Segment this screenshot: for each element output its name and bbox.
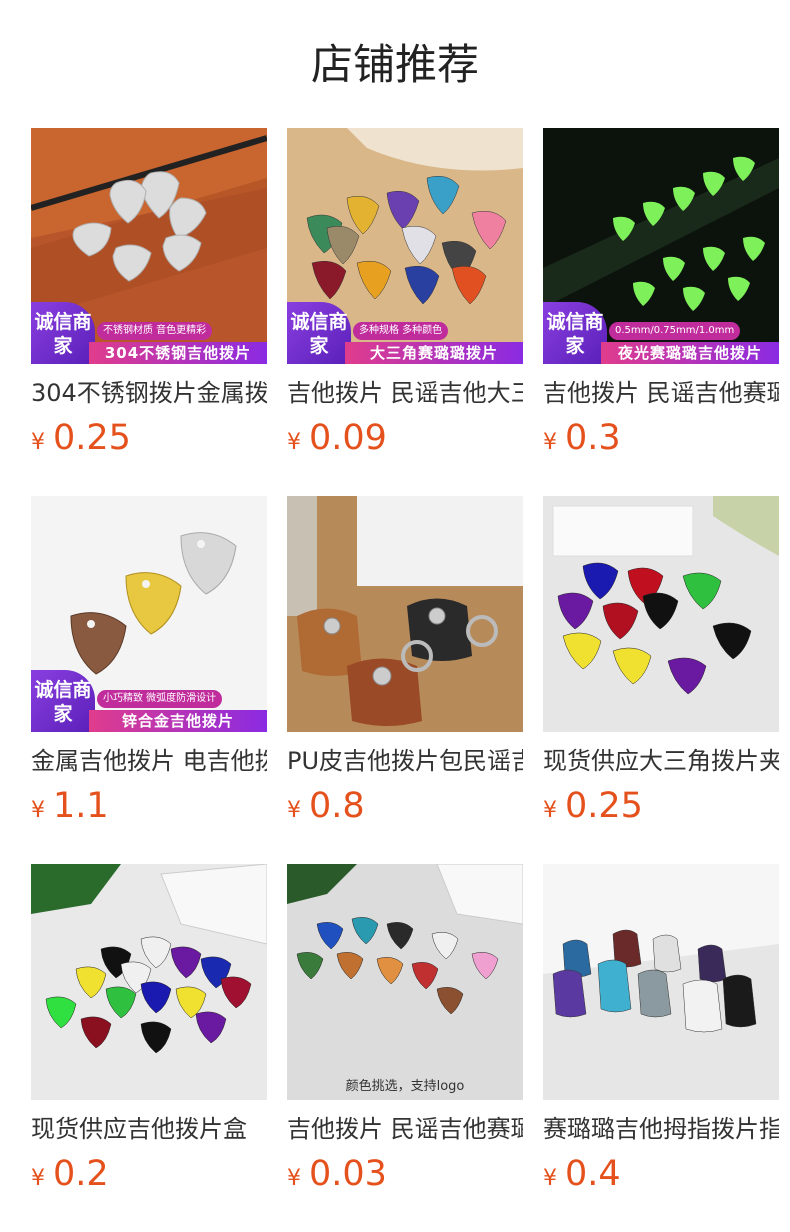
product-image[interactable]: 诚信商家 不锈钢材质 音色更精彩 304不锈钢吉他拨片 <box>31 128 267 364</box>
product-card[interactable]: PU皮吉他拨片包民谣吉他 ¥0.8 <box>287 496 523 836</box>
product-name[interactable]: 现货供应大三角拨片夹 <box>543 744 779 778</box>
promo-badge: 诚信商家 不锈钢材质 音色更精彩 304不锈钢吉他拨片 <box>31 302 267 364</box>
product-name[interactable]: 吉他拨片 民谣吉他赛璐璐 <box>287 1112 523 1146</box>
currency-symbol: ¥ <box>31 1166 45 1191</box>
product-image[interactable]: 诚信商家 多种规格 多种颜色 大三角赛璐璐拨片 <box>287 128 523 364</box>
product-image[interactable]: 诚信商家 小巧精致 微弧度防滑设计 锌合金吉他拨片 <box>31 496 267 732</box>
product-name[interactable]: 304不锈钢拨片金属拨片 <box>31 376 267 410</box>
trust-seal: 诚信商家 <box>287 302 351 364</box>
price-value: 0.03 <box>309 1154 387 1194</box>
product-price: ¥0.3 <box>543 416 779 466</box>
product-card[interactable]: 诚信商家 0.5mm/0.75mm/1.0mm 夜光赛璐璐吉他拨片 吉他拨片 民… <box>543 128 779 468</box>
promo-tag: 0.5mm/0.75mm/1.0mm <box>609 322 741 340</box>
currency-symbol: ¥ <box>287 798 301 823</box>
product-price: ¥0.2 <box>31 1152 267 1202</box>
promo-bar: 大三角赛璐璐拨片 <box>345 342 523 364</box>
product-image[interactable] <box>287 496 523 732</box>
product-name[interactable]: 赛璐璐吉他拇指拨片指套 <box>543 1112 779 1146</box>
product-price: ¥0.4 <box>543 1152 779 1202</box>
promo-bar: 锌合金吉他拨片 <box>89 710 267 732</box>
product-card[interactable]: 现货供应吉他拨片盒 ¥0.2 <box>31 864 267 1204</box>
product-card[interactable]: 颜色挑选，支持logo 吉他拨片 民谣吉他赛璐璐 ¥0.03 <box>287 864 523 1204</box>
product-price: ¥1.1 <box>31 784 267 834</box>
promo-badge: 诚信商家 多种规格 多种颜色 大三角赛璐璐拨片 <box>287 302 523 364</box>
trust-seal: 诚信商家 <box>31 670 95 732</box>
product-name[interactable]: 吉他拨片 民谣吉他大三角 <box>287 376 523 410</box>
product-price: ¥0.25 <box>543 784 779 834</box>
currency-symbol: ¥ <box>31 798 45 823</box>
price-value: 0.25 <box>53 418 131 458</box>
currency-symbol: ¥ <box>31 430 45 455</box>
product-price: ¥0.25 <box>31 416 267 466</box>
price-value: 1.1 <box>53 786 109 826</box>
product-image[interactable] <box>543 864 779 1100</box>
currency-symbol: ¥ <box>287 1166 301 1191</box>
product-price: ¥0.8 <box>287 784 523 834</box>
product-name[interactable]: 吉他拨片 民谣吉他赛璐璐 <box>543 376 779 410</box>
product-card[interactable]: 现货供应大三角拨片夹 ¥0.25 <box>543 496 779 836</box>
product-name[interactable]: 现货供应吉他拨片盒 <box>31 1112 267 1146</box>
promo-tag: 小巧精致 微弧度防滑设计 <box>97 690 223 708</box>
product-price: ¥0.03 <box>287 1152 523 1202</box>
product-name[interactable]: PU皮吉他拨片包民谣吉他 <box>287 744 523 778</box>
currency-symbol: ¥ <box>543 430 557 455</box>
currency-symbol: ¥ <box>543 1166 557 1191</box>
product-card[interactable]: 赛璐璐吉他拇指拨片指套 ¥0.4 <box>543 864 779 1204</box>
promo-badge: 诚信商家 0.5mm/0.75mm/1.0mm 夜光赛璐璐吉他拨片 <box>543 302 779 364</box>
trust-seal: 诚信商家 <box>31 302 95 364</box>
section-title: 店铺推荐 <box>310 40 479 89</box>
promo-bar: 304不锈钢吉他拨片 <box>89 342 267 364</box>
price-value: 0.4 <box>565 1154 621 1194</box>
promo-tag: 不锈钢材质 音色更精彩 <box>97 322 213 340</box>
product-card[interactable]: 诚信商家 多种规格 多种颜色 大三角赛璐璐拨片 吉他拨片 民谣吉他大三角 ¥0.… <box>287 128 523 468</box>
promo-tag: 多种规格 多种颜色 <box>353 322 449 340</box>
currency-symbol: ¥ <box>543 798 557 823</box>
product-card[interactable]: 诚信商家 小巧精致 微弧度防滑设计 锌合金吉他拨片 金属吉他拨片 电吉他拨片 ¥… <box>31 496 267 836</box>
product-image[interactable]: 颜色挑选，支持logo <box>287 864 523 1100</box>
product-card[interactable]: 诚信商家 不锈钢材质 音色更精彩 304不锈钢吉他拨片 304不锈钢拨片金属拨片… <box>31 128 267 468</box>
product-price: ¥0.09 <box>287 416 523 466</box>
promo-badge: 诚信商家 小巧精致 微弧度防滑设计 锌合金吉他拨片 <box>31 670 267 732</box>
trust-seal: 诚信商家 <box>543 302 607 364</box>
promo-bar: 夜光赛璐璐吉他拨片 <box>601 342 779 364</box>
product-image[interactable] <box>543 496 779 732</box>
image-caption: 颜色挑选，支持logo <box>345 1079 465 1094</box>
price-value: 0.2 <box>53 1154 109 1194</box>
price-value: 0.25 <box>565 786 643 826</box>
price-value: 0.09 <box>309 418 387 458</box>
product-image[interactable] <box>31 864 267 1100</box>
price-value: 0.8 <box>309 786 365 826</box>
product-image[interactable]: 诚信商家 0.5mm/0.75mm/1.0mm 夜光赛璐璐吉他拨片 <box>543 128 779 364</box>
product-name[interactable]: 金属吉他拨片 电吉他拨片 <box>31 744 267 778</box>
price-value: 0.3 <box>565 418 621 458</box>
currency-symbol: ¥ <box>287 430 301 455</box>
